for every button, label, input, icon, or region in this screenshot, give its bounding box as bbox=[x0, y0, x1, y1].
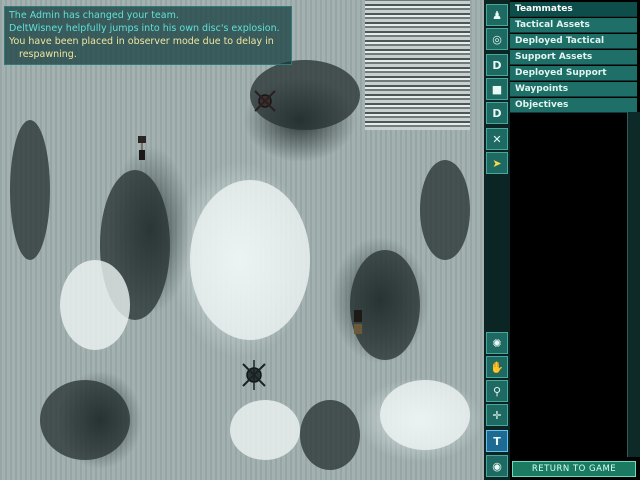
turret-icon[interactable] bbox=[252, 88, 278, 114]
command-panel: Teammates Tactical Assets Deployed Tacti… bbox=[510, 0, 640, 480]
player-icon[interactable]: ♟ bbox=[486, 4, 508, 26]
target-icon[interactable]: ◎ bbox=[486, 28, 508, 50]
terrain-rock bbox=[10, 120, 50, 260]
return-to-game-button[interactable]: RETURN TO GAME bbox=[512, 461, 636, 477]
turret-icon[interactable] bbox=[240, 360, 268, 390]
chat-line: respawning. bbox=[19, 49, 77, 60]
terrain-snow bbox=[380, 380, 470, 450]
terrain-rock bbox=[300, 400, 360, 470]
deploy-icon[interactable]: D bbox=[486, 54, 508, 76]
waypoint-icon[interactable]: ✕ bbox=[486, 128, 508, 150]
menu-item-support-assets[interactable]: Support Assets bbox=[510, 50, 637, 65]
cube-icon[interactable]: ■ bbox=[486, 78, 508, 100]
chat-hud: The Admin has changed your team. DeltWis… bbox=[4, 6, 292, 65]
cursor-icon[interactable]: ➤ bbox=[486, 152, 508, 174]
menu-item-tactical-assets[interactable]: Tactical Assets bbox=[510, 18, 637, 33]
compass-icon[interactable]: ✺ bbox=[486, 332, 508, 354]
chat-line: You have been placed in observer mode du… bbox=[9, 36, 274, 47]
menu-item-teammates[interactable]: Teammates bbox=[510, 2, 637, 17]
camera-icon[interactable]: ◉ bbox=[486, 455, 508, 477]
terrain-rock bbox=[350, 250, 420, 360]
deploy-icon[interactable]: D bbox=[486, 102, 508, 124]
zoom-icon[interactable]: ⚲ bbox=[486, 380, 508, 402]
terrain-rock bbox=[420, 160, 470, 260]
menu-item-objectives[interactable]: Objectives bbox=[510, 98, 637, 113]
chat-line: DeltWisney helpfully jumps into his own … bbox=[9, 23, 280, 34]
terrain-snow bbox=[60, 260, 130, 350]
menu-item-deployed-tactical[interactable]: Deployed Tactical bbox=[510, 34, 637, 49]
sensor-icon[interactable] bbox=[134, 134, 150, 162]
text-icon[interactable]: T bbox=[486, 430, 508, 452]
menu-item-deployed-support[interactable]: Deployed Support bbox=[510, 66, 637, 81]
panel-scrollbar[interactable] bbox=[627, 112, 640, 457]
tool-sidebar: ♟ ◎ D ■ D ✕ ➤ ✺ ✋ ⚲ ✛ T ◉ bbox=[484, 0, 510, 480]
chat-line: The Admin has changed your team. bbox=[9, 10, 179, 21]
terrain-snow bbox=[230, 400, 300, 460]
center-icon[interactable]: ✛ bbox=[486, 404, 508, 426]
menu-item-waypoints[interactable]: Waypoints bbox=[510, 82, 637, 97]
generator-icon[interactable] bbox=[350, 308, 366, 338]
hand-icon[interactable]: ✋ bbox=[486, 356, 508, 378]
map-edge-artifact bbox=[365, 0, 470, 130]
terrain-snow bbox=[190, 180, 310, 340]
terrain-rock bbox=[40, 380, 130, 460]
